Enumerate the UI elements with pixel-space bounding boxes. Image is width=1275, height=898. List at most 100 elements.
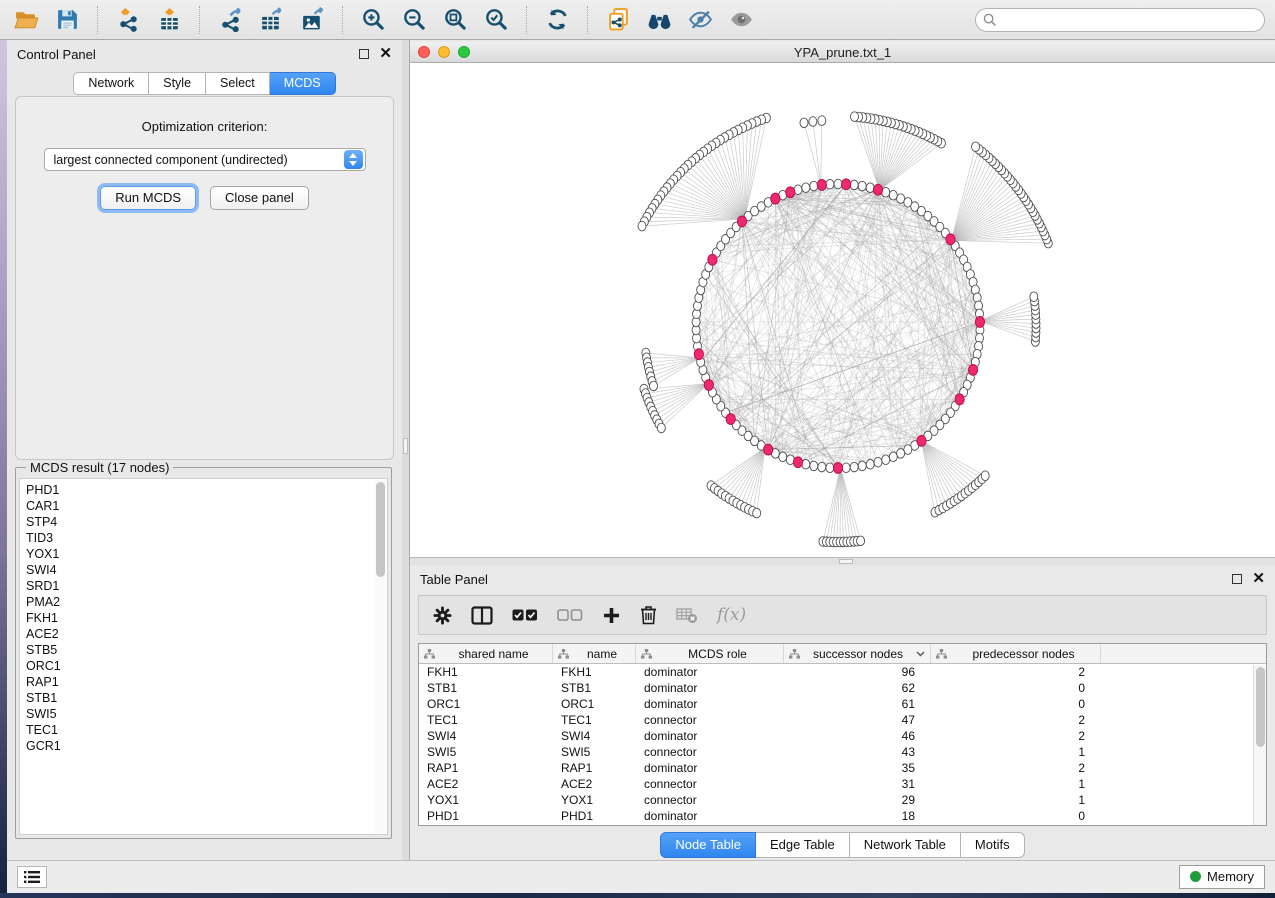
tab-node-table[interactable]: Node Table: [660, 832, 756, 858]
network-mcds-node[interactable]: [817, 180, 826, 191]
table-row[interactable]: FKH1FKH1dominator962: [419, 664, 1266, 680]
column-header-successor-nodes[interactable]: successor nodes: [784, 644, 931, 663]
zoom-fit-icon[interactable]: [439, 5, 471, 35]
gear-icon[interactable]: [433, 606, 452, 625]
network-node[interactable]: [889, 452, 897, 462]
network-mcds-node[interactable]: [833, 463, 842, 474]
network-node[interactable]: [850, 112, 858, 122]
network-node[interactable]: [857, 536, 865, 546]
mcds-result-item[interactable]: STB1: [26, 690, 387, 706]
network-node[interactable]: [850, 462, 858, 472]
binoculars-icon[interactable]: [643, 5, 675, 35]
tab-edge-table[interactable]: Edge Table: [756, 832, 850, 858]
deselect-checkboxes-icon[interactable]: [557, 608, 583, 622]
network-mcds-node[interactable]: [793, 457, 802, 468]
network-node[interactable]: [810, 461, 818, 471]
zoom-out-icon[interactable]: [398, 5, 430, 35]
export-table-icon[interactable]: [255, 5, 287, 35]
network-node[interactable]: [818, 116, 826, 126]
export-network-icon[interactable]: [214, 5, 246, 35]
function-builder-icon[interactable]: f(x): [717, 605, 746, 625]
zoom-in-icon[interactable]: [357, 5, 389, 35]
network-node[interactable]: [834, 179, 842, 189]
mcds-result-item[interactable]: STP4: [26, 514, 387, 530]
eye-icon[interactable]: [725, 5, 757, 35]
network-node[interactable]: [638, 221, 646, 231]
network-mcds-node[interactable]: [764, 444, 773, 455]
table-row[interactable]: SWI5SWI5connector431: [419, 744, 1266, 760]
close-panel-icon[interactable]: ✕: [379, 49, 392, 59]
horizontal-splitter[interactable]: [410, 558, 1275, 565]
mcds-result-item[interactable]: ACE2: [26, 626, 387, 642]
network-node[interactable]: [858, 181, 866, 191]
network-window-titlebar[interactable]: YPA_prune.txt_1: [410, 42, 1275, 63]
split-columns-icon[interactable]: [471, 606, 493, 625]
column-header-shared-name[interactable]: shared name: [419, 644, 553, 663]
network-node[interactable]: [874, 457, 882, 467]
network-node[interactable]: [882, 455, 890, 465]
table-scrollbar[interactable]: [1253, 665, 1266, 825]
table-row[interactable]: ACE2ACE2connector311: [419, 776, 1266, 792]
task-history-button[interactable]: [17, 866, 47, 888]
network-mcds-node[interactable]: [968, 364, 977, 375]
table-row[interactable]: SWI4SWI4dominator462: [419, 728, 1266, 744]
add-column-icon[interactable]: [602, 606, 621, 625]
network-node[interactable]: [858, 461, 866, 471]
network-mcds-node[interactable]: [708, 254, 717, 265]
open-folder-icon[interactable]: [10, 5, 42, 35]
tab-select[interactable]: Select: [206, 72, 270, 95]
network-node[interactable]: [889, 190, 897, 200]
import-table-icon[interactable]: [153, 5, 185, 35]
column-header-MCDS-role[interactable]: MCDS role: [636, 644, 784, 663]
network-node[interactable]: [657, 423, 665, 433]
network-node[interactable]: [649, 381, 657, 391]
table-row[interactable]: YOX1YOX1connector291: [419, 792, 1266, 808]
table-row[interactable]: ORC1ORC1dominator610: [419, 696, 1266, 712]
share-document-icon[interactable]: [602, 5, 634, 35]
tab-mcds[interactable]: MCDS: [270, 72, 336, 95]
network-node[interactable]: [981, 471, 989, 481]
float-panel-icon[interactable]: [1232, 574, 1242, 584]
network-mcds-node[interactable]: [694, 349, 703, 360]
close-panel-icon[interactable]: ✕: [1252, 574, 1265, 584]
network-mcds-node[interactable]: [975, 317, 984, 328]
mcds-result-item[interactable]: CAR1: [26, 498, 387, 514]
mcds-result-item[interactable]: TEC1: [26, 722, 387, 738]
mcds-result-item[interactable]: SRD1: [26, 578, 387, 594]
refresh-icon[interactable]: [541, 5, 573, 35]
save-icon[interactable]: [51, 5, 83, 35]
table-row[interactable]: STB1STB1dominator620: [419, 680, 1266, 696]
network-node[interactable]: [818, 462, 826, 472]
network-mcds-node[interactable]: [786, 187, 795, 198]
network-mcds-node[interactable]: [737, 216, 746, 227]
mcds-result-item[interactable]: GCR1: [26, 738, 387, 754]
network-mcds-node[interactable]: [946, 234, 955, 245]
mcds-result-item[interactable]: SWI5: [26, 706, 387, 722]
delete-table-icon[interactable]: [676, 607, 698, 624]
close-panel-button[interactable]: Close panel: [210, 186, 309, 210]
result-list-scrollbar[interactable]: [374, 480, 386, 833]
network-node[interactable]: [897, 449, 905, 459]
network-mcds-node[interactable]: [704, 380, 713, 391]
tab-motifs[interactable]: Motifs: [961, 832, 1025, 858]
zoom-selected-icon[interactable]: [480, 5, 512, 35]
run-mcds-button[interactable]: Run MCDS: [100, 186, 196, 210]
table-row[interactable]: TEC1TEC1connector472: [419, 712, 1266, 728]
network-node[interactable]: [779, 452, 787, 462]
mcds-result-item[interactable]: RAP1: [26, 674, 387, 690]
network-node[interactable]: [809, 117, 817, 127]
search-input[interactable]: [975, 8, 1265, 32]
splitter-handle[interactable]: [839, 559, 853, 564]
table-row[interactable]: RAP1RAP1dominator352: [419, 760, 1266, 776]
tab-style[interactable]: Style: [149, 72, 206, 95]
network-node[interactable]: [1030, 292, 1038, 302]
float-panel-icon[interactable]: [359, 49, 369, 59]
import-network-icon[interactable]: [112, 5, 144, 35]
vertical-splitter[interactable]: [402, 40, 410, 860]
mcds-result-item[interactable]: STB5: [26, 642, 387, 658]
criterion-dropdown[interactable]: largest connected component (undirected): [44, 148, 366, 171]
network-node[interactable]: [810, 181, 818, 191]
mcds-result-item[interactable]: PHD1: [26, 482, 387, 498]
mcds-result-item[interactable]: PMA2: [26, 594, 387, 610]
network-node[interactable]: [866, 183, 874, 193]
